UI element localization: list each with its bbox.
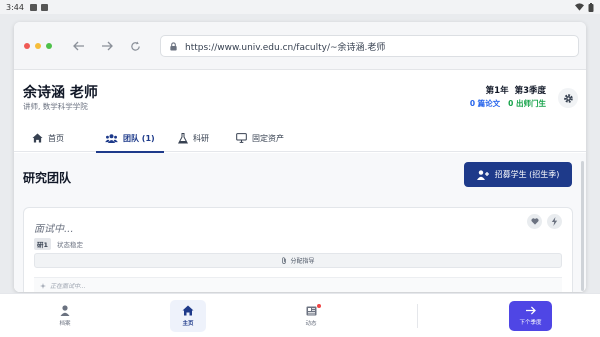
wifi-icon — [575, 3, 584, 11]
close-dot[interactable] — [24, 43, 30, 49]
maximize-dot[interactable] — [46, 43, 52, 49]
quarter-label: 第3季度 — [514, 86, 546, 96]
grade-badge: 研1 — [34, 238, 52, 250]
tab-home[interactable]: 首页 — [32, 124, 64, 152]
stats-row: 0 篇论文 0 出师门生 — [470, 98, 546, 109]
tab-assets-label: 固定资产 — [252, 133, 284, 143]
home-icon — [32, 133, 43, 143]
nav-home[interactable]: 主页 — [170, 300, 206, 332]
page-scrollbar[interactable] — [581, 161, 584, 291]
tab-team-label: 团队 (1) — [123, 133, 155, 143]
browser-toolbar: https://www.univ.edu.cn/faculty/~余诗涵.老师 — [14, 22, 586, 70]
address-bar[interactable]: https://www.univ.edu.cn/faculty/~余诗涵.老师 — [160, 35, 579, 57]
member-condition: 状态稳定 — [57, 241, 84, 249]
monitor-icon — [236, 133, 247, 143]
recruit-student-button[interactable]: 招募学生 (招生季) — [464, 162, 572, 187]
browser-window: https://www.univ.edu.cn/faculty/~余诗涵.老师 … — [14, 22, 586, 292]
next-quarter-label: 下个季度 — [519, 320, 542, 326]
flask-icon — [178, 132, 188, 143]
users-icon — [105, 133, 118, 143]
interview-status-row: 正在面试中... — [34, 277, 562, 292]
assign-label: 分配指导 — [290, 258, 315, 265]
term-indicator: 第1年 第3季度 — [486, 84, 546, 96]
tab-home-label: 首页 — [48, 133, 64, 143]
papers-count: 0 篇论文 — [469, 99, 501, 108]
home-icon — [182, 305, 194, 316]
page-title: 余诗涵 老师 — [23, 85, 98, 101]
lightning-icon — [551, 217, 558, 226]
tab-bar: 首页 团队 (1) 科研 固定资产 — [14, 124, 586, 153]
team-section: 研究团队 招募学生 (招生季) 面试中... 研1 状态稳定 分配指导 正在面试… — [14, 153, 586, 292]
profile-header: 余诗涵 老师 讲师, 数学科学学院 第1年 第3季度 0 篇论文 0 出师门生 首页 — [14, 70, 586, 153]
boost-button[interactable] — [547, 214, 562, 229]
battery-icon — [588, 2, 594, 12]
heart-icon — [531, 218, 538, 225]
recruit-label: 招募学生 (招生季) — [494, 170, 560, 179]
nav-divider — [417, 304, 418, 328]
back-icon[interactable] — [72, 39, 86, 53]
notification-dot — [317, 304, 321, 308]
nav-news-label: 动态 — [305, 320, 317, 327]
member-info-row: 研1 状态稳定 — [34, 238, 83, 250]
news-icon — [306, 306, 316, 315]
next-quarter-button[interactable]: 下个季度 — [509, 301, 552, 331]
nav-profile[interactable]: 档案 — [47, 300, 83, 332]
forward-icon[interactable] — [100, 39, 114, 53]
person-icon — [60, 305, 70, 316]
graduates-count: 0 出师门生 — [508, 99, 546, 108]
minimize-dot[interactable] — [35, 43, 41, 49]
bottom-nav: 档案 主页 动态 下个季度 — [0, 293, 600, 337]
tab-research-label: 科研 — [193, 133, 209, 143]
add-user-icon — [476, 169, 489, 180]
interview-status-text: 正在面试中... — [50, 283, 86, 290]
nav-home-label: 主页 — [182, 321, 194, 327]
favorite-button[interactable] — [527, 214, 542, 229]
nav-news[interactable]: 动态 — [293, 300, 329, 332]
tab-assets[interactable]: 固定资产 — [236, 124, 284, 152]
android-status-bar: 3:44 — [0, 0, 600, 14]
faculty-page: 余诗涵 老师 讲师, 数学科学学院 第1年 第3季度 0 篇论文 0 出师门生 首页 — [14, 70, 586, 292]
url-text: https://www.univ.edu.cn/faculty/~余诗涵.老师 — [185, 42, 386, 53]
assign-guidance-button[interactable]: 分配指导 — [34, 253, 562, 268]
profile-subtitle: 讲师, 数学科学学院 — [23, 102, 88, 111]
section-title: 研究团队 — [23, 171, 72, 185]
window-controls — [24, 43, 52, 49]
nav-profile-label: 档案 — [59, 321, 71, 327]
paperclip-icon — [282, 257, 287, 264]
app-notification-icon — [40, 3, 48, 11]
card-actions — [527, 214, 562, 229]
gear-icon — [563, 93, 573, 103]
gallery-notification-icon — [29, 3, 37, 11]
tab-team[interactable]: 团队 (1) — [96, 124, 164, 153]
settings-button[interactable] — [558, 88, 578, 108]
year-label: 第1年 — [485, 86, 509, 96]
team-member-card: 面试中... 研1 状态稳定 分配指导 正在面试中... — [23, 207, 573, 292]
reload-icon[interactable] — [128, 39, 142, 53]
lock-icon — [170, 41, 177, 51]
arrow-right-icon — [526, 306, 536, 315]
sparkle-icon — [40, 282, 46, 289]
tab-research[interactable]: 科研 — [178, 124, 209, 152]
status-time: 3:44 — [6, 2, 24, 12]
member-status-title: 面试中... — [34, 224, 74, 235]
